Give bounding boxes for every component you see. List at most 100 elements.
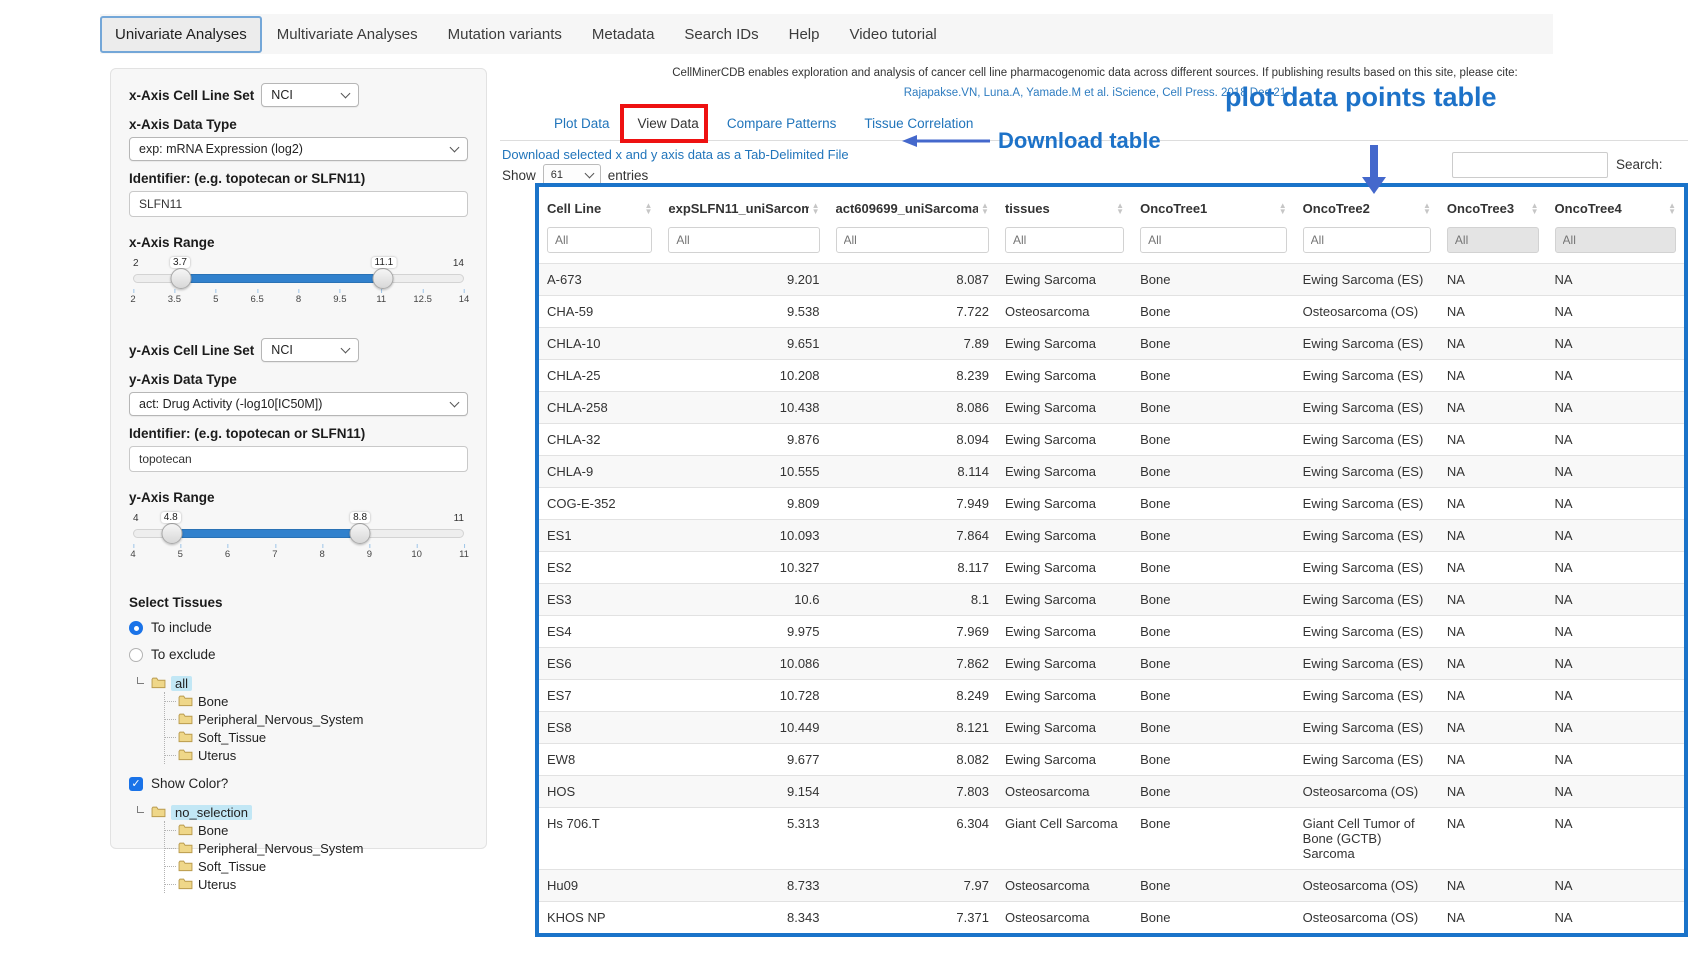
filter-input-oncotree2[interactable] (1303, 227, 1431, 253)
cell-oncotree4: NA (1547, 328, 1684, 360)
tree-node-bone[interactable]: Bone (165, 692, 468, 710)
tree-node-uterus[interactable]: Uterus (165, 746, 468, 764)
column-header-oncotree1[interactable]: OncoTree1 (1132, 187, 1295, 225)
table-row[interactable]: ES310.68.1Ewing SarcomaBoneEwing Sarcoma… (539, 584, 1684, 616)
x-cell-line-set-select[interactable]: NCI (261, 83, 359, 107)
to-exclude-radio[interactable] (129, 648, 143, 662)
tab-univariate-analyses[interactable]: Univariate Analyses (100, 16, 262, 53)
filter-input-oncotree4 (1555, 227, 1676, 253)
column-header-exp_slfn11[interactable]: expSLFN11_uniSarcoma (660, 187, 827, 225)
slider-handle-low[interactable] (161, 523, 182, 544)
cell-tissues: Ewing Sarcoma (997, 616, 1132, 648)
sort-icon[interactable] (812, 203, 820, 214)
filter-input-cell_line[interactable] (547, 227, 652, 253)
table-row[interactable]: Hu098.7337.97OsteosarcomaBoneOsteosarcom… (539, 870, 1684, 902)
slider-handle-high[interactable] (349, 523, 370, 544)
tab-metadata[interactable]: Metadata (577, 17, 670, 52)
column-header-cell_line[interactable]: Cell Line (539, 187, 660, 225)
table-row[interactable]: KHOS NP8.3437.371OsteosarcomaBoneOsteosa… (539, 902, 1684, 934)
cell-cell_line: Hu09 (539, 870, 660, 902)
cell-act_609699: 8.094 (828, 424, 997, 456)
column-header-act_609699[interactable]: act609699_uniSarcoma (828, 187, 997, 225)
table-row[interactable]: EW89.6778.082Ewing SarcomaBoneEwing Sarc… (539, 744, 1684, 776)
table-row[interactable]: CHLA-2510.2088.239Ewing SarcomaBoneEwing… (539, 360, 1684, 392)
table-row[interactable]: ES810.4498.121Ewing SarcomaBoneEwing Sar… (539, 712, 1684, 744)
tree-node-peripheral_nervous_system[interactable]: Peripheral_Nervous_System (165, 839, 468, 857)
citation-link[interactable]: Rajapakse.VN, Luna.A, Yamade.M et al. iS… (520, 87, 1670, 99)
tree-node-bone[interactable]: Bone (165, 821, 468, 839)
table-row[interactable]: HOS9.1547.803OsteosarcomaBoneOsteosarcom… (539, 776, 1684, 808)
sort-icon[interactable] (644, 203, 652, 214)
filter-input-tissues[interactable] (1005, 227, 1124, 253)
sort-icon[interactable] (1423, 203, 1431, 214)
x-data-type-select[interactable]: exp: mRNA Expression (log2) (129, 137, 468, 161)
table-row[interactable]: CHA-599.5387.722OsteosarcomaBoneOsteosar… (539, 296, 1684, 328)
column-header-tissues[interactable]: tissues (997, 187, 1132, 225)
table-row[interactable]: ES710.7288.249Ewing SarcomaBoneEwing Sar… (539, 680, 1684, 712)
tab-mutation-variants[interactable]: Mutation variants (433, 17, 577, 52)
table-row[interactable]: CHLA-329.8768.094Ewing SarcomaBoneEwing … (539, 424, 1684, 456)
filter-input-exp_slfn11[interactable] (668, 227, 819, 253)
table-search-input[interactable] (1452, 152, 1608, 178)
table-row[interactable]: CHLA-25810.4388.086Ewing SarcomaBoneEwin… (539, 392, 1684, 424)
y-range-slider[interactable]: 4114.88.84567891011 (133, 513, 464, 563)
table-row[interactable]: ES49.9757.969Ewing SarcomaBoneEwing Sarc… (539, 616, 1684, 648)
sort-icon[interactable] (981, 203, 989, 214)
sort-icon[interactable] (1279, 203, 1287, 214)
y-identifier-input[interactable] (129, 446, 468, 472)
subtab-plot-data[interactable]: Plot Data (554, 116, 610, 131)
filter-input-oncotree1[interactable] (1140, 227, 1287, 253)
table-row[interactable]: A-6739.2018.087Ewing SarcomaBoneEwing Sa… (539, 264, 1684, 296)
slider-ticks: 4567891011 (133, 544, 464, 560)
folder-icon (178, 824, 193, 836)
download-tab-delimited-link[interactable]: Download selected x and y axis data as a… (502, 147, 849, 162)
y-cell-line-set-value: NCI (271, 343, 293, 357)
x-range-slider[interactable]: 2143.711.123.556.589.51112.514 (133, 258, 464, 308)
table-row[interactable]: CHLA-109.6517.89Ewing SarcomaBoneEwing S… (539, 328, 1684, 360)
cell-cell_line: ES4 (539, 616, 660, 648)
cell-act_609699: 8.114 (828, 456, 997, 488)
cell-oncotree3: NA (1439, 552, 1547, 584)
slider-handle-low[interactable] (170, 268, 191, 289)
cell-act_609699: 7.722 (828, 296, 997, 328)
tree-node-uterus[interactable]: Uterus (165, 875, 468, 893)
table-row[interactable]: ES110.0937.864Ewing SarcomaBoneEwing Sar… (539, 520, 1684, 552)
tree-node-peripheral_nervous_system[interactable]: Peripheral_Nervous_System (165, 710, 468, 728)
sort-icon[interactable] (1116, 203, 1124, 214)
chevron-down-icon (450, 143, 460, 153)
tree-node-soft_tissue[interactable]: Soft_Tissue (165, 728, 468, 746)
cell-exp_slfn11: 10.728 (660, 680, 827, 712)
subtab-tissue-correlation[interactable]: Tissue Correlation (864, 116, 973, 131)
cell-oncotree2: Ewing Sarcoma (ES) (1295, 616, 1439, 648)
x-identifier-input[interactable] (129, 191, 468, 217)
table-row[interactable]: Hs 706.T5.3136.304Giant Cell SarcomaBone… (539, 808, 1684, 870)
tab-multivariate-analyses[interactable]: Multivariate Analyses (262, 17, 433, 52)
y-data-type-select[interactable]: act: Drug Activity (-log10[IC50M]) (129, 392, 468, 416)
cell-oncotree1: Bone (1132, 360, 1295, 392)
table-row[interactable]: CHLA-910.5558.114Ewing SarcomaBoneEwing … (539, 456, 1684, 488)
sort-icon[interactable] (1668, 203, 1676, 214)
column-header-oncotree4[interactable]: OncoTree4 (1547, 187, 1684, 225)
cell-cell_line: CHLA-10 (539, 328, 660, 360)
tree-node-soft_tissue[interactable]: Soft_Tissue (165, 857, 468, 875)
table-row[interactable]: COG-E-3529.8097.949Ewing SarcomaBoneEwin… (539, 488, 1684, 520)
table-row[interactable]: ES610.0867.862Ewing SarcomaBoneEwing Sar… (539, 648, 1684, 680)
table-row[interactable]: ES210.3278.117Ewing SarcomaBoneEwing Sar… (539, 552, 1684, 584)
cell-oncotree4: NA (1547, 360, 1684, 392)
cell-oncotree2: Osteosarcoma (OS) (1295, 776, 1439, 808)
tab-video-tutorial[interactable]: Video tutorial (834, 17, 951, 52)
tree-root-node[interactable]: all (137, 674, 468, 692)
y-cell-line-set-select[interactable]: NCI (261, 338, 359, 362)
entries-count-value: 61 (551, 169, 563, 181)
to-include-radio[interactable] (129, 621, 143, 635)
sort-icon[interactable] (1531, 203, 1539, 214)
subtab-compare-patterns[interactable]: Compare Patterns (727, 116, 837, 131)
column-header-oncotree3[interactable]: OncoTree3 (1439, 187, 1547, 225)
tree-root-node[interactable]: no_selection (137, 803, 468, 821)
filter-input-act_609699[interactable] (836, 227, 989, 253)
tab-help[interactable]: Help (774, 17, 835, 52)
tab-search-ids[interactable]: Search IDs (669, 17, 773, 52)
show-color-checkbox[interactable]: ✓ (129, 777, 143, 791)
cell-oncotree3: NA (1439, 744, 1547, 776)
slider-handle-high[interactable] (373, 268, 394, 289)
